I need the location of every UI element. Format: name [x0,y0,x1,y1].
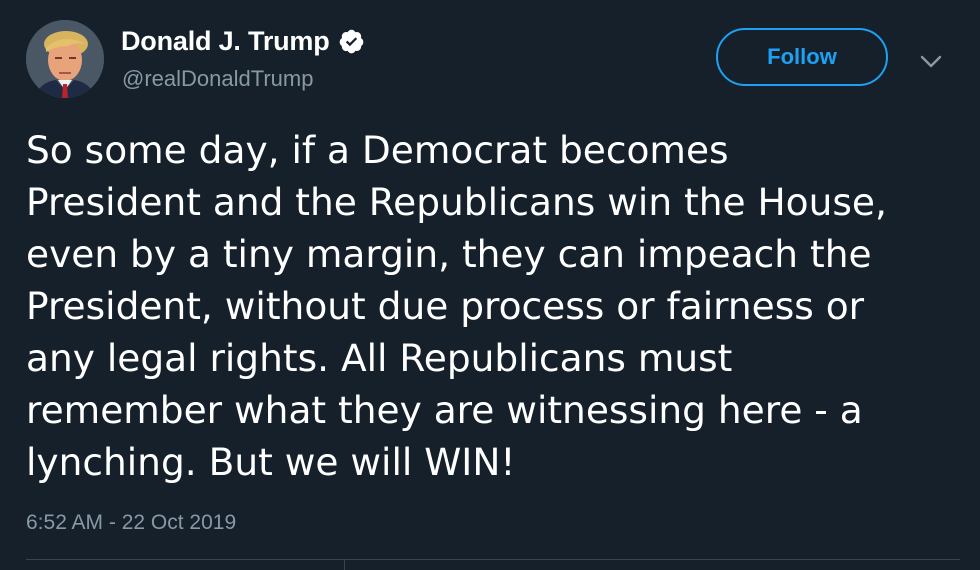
tweet-text-line: lynching. But we will WIN! [26,440,516,484]
avatar[interactable] [26,20,104,98]
tweet-text-line: President and the Republicans win the Ho… [26,180,887,224]
tweet-text-line: remember what they are witnessing here -… [26,388,863,432]
tweet-text-line: President, without due process or fairne… [26,284,865,328]
chevron-down-icon[interactable] [918,50,944,72]
verified-badge-icon [338,28,365,55]
name-row: Donald J. Trump [121,26,365,57]
divider [26,559,960,560]
tweet-timestamp[interactable]: 6:52 AM - 22 Oct 2019 [26,511,236,535]
divider-tick [344,560,345,570]
tweet-text-line: even by a tiny margin, they can impeach … [26,232,872,276]
follow-button[interactable]: Follow [716,28,888,86]
user-handle[interactable]: @realDonaldTrump [122,66,313,92]
tweet-text-line: So some day, if a Democrat becomes [26,128,729,172]
tweet-text-line: any legal rights. All Republicans must [26,336,733,380]
display-name[interactable]: Donald J. Trump [121,26,330,57]
avatar-portrait [26,20,104,98]
tweet-text: So some day, if a Democrat becomes Presi… [26,124,966,488]
tweet-card: Donald J. Trump @realDonaldTrump Follow … [0,0,980,570]
